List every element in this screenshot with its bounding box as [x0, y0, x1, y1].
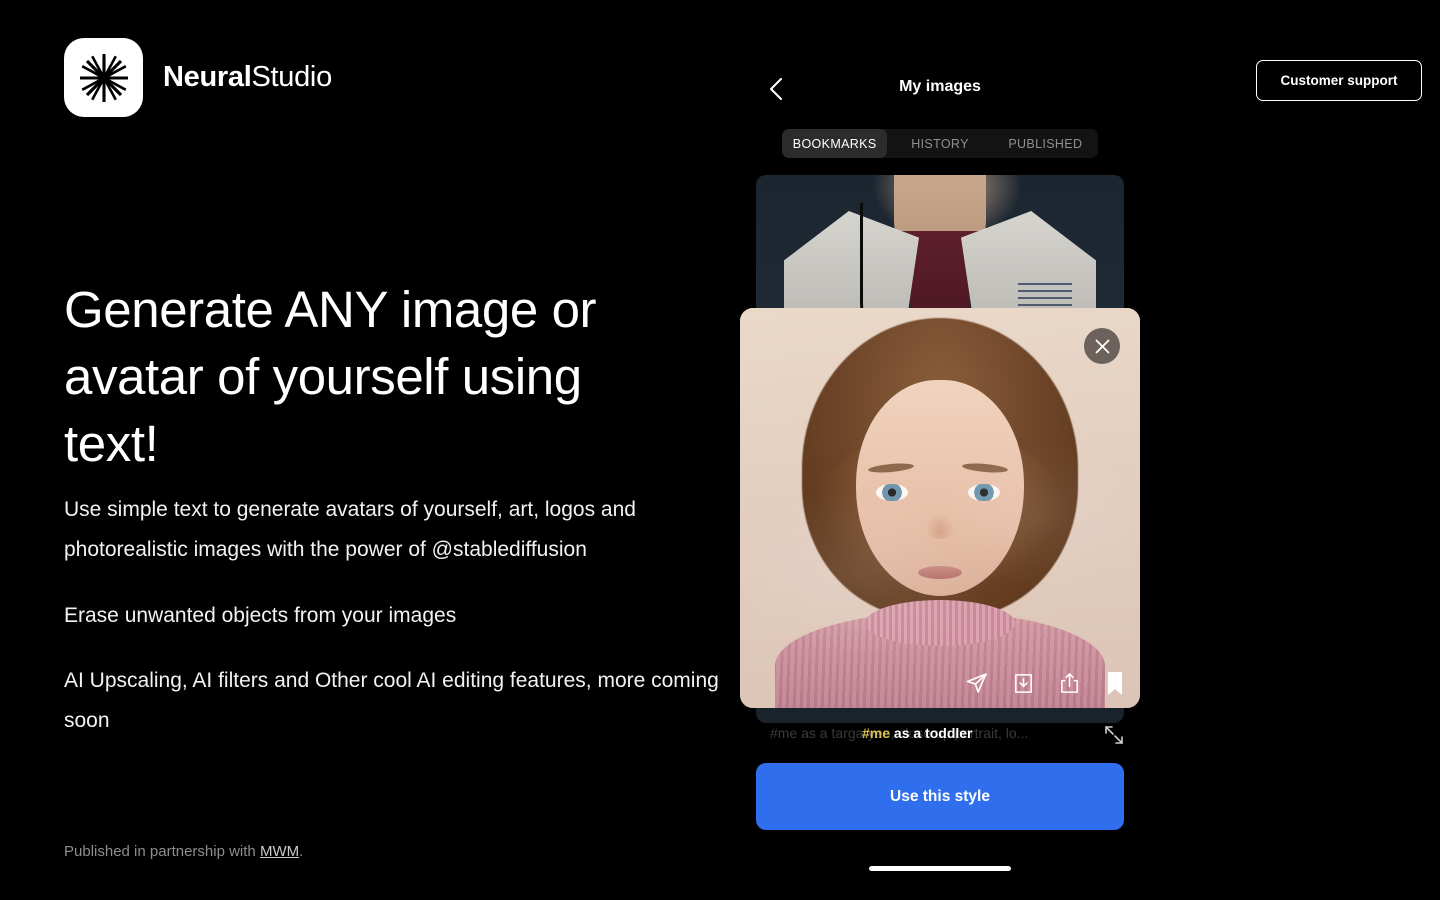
- partnership-footnote: Published in partnership with MWM.: [64, 843, 303, 860]
- expand-icon[interactable]: [1103, 724, 1125, 746]
- landing-page: NeuralStudio Customer support Generate A…: [0, 0, 1440, 900]
- brand-logo[interactable]: NeuralStudio: [64, 38, 332, 117]
- download-icon[interactable]: [1010, 670, 1036, 696]
- modal-caption-text: as a toddler: [890, 725, 972, 741]
- customer-support-button[interactable]: Customer support: [1256, 60, 1422, 101]
- page-title: Generate ANY image or avatar of yourself…: [64, 276, 664, 477]
- marketing-paragraph-1: Use simple text to generate avatars of y…: [64, 490, 764, 570]
- modal-caption: #me as a toddler: [862, 725, 973, 741]
- share-icon[interactable]: [1056, 670, 1082, 696]
- mwm-link[interactable]: MWM: [260, 843, 299, 860]
- radial-burst-icon: [64, 38, 143, 117]
- image-detail-modal: [740, 308, 1140, 708]
- tab-bar: BOOKMARKS HISTORY PUBLISHED: [782, 129, 1098, 158]
- brand-name: NeuralStudio: [163, 61, 332, 94]
- tab-published[interactable]: PUBLISHED: [993, 129, 1098, 158]
- toddler-image: [740, 308, 1140, 708]
- tab-history[interactable]: HISTORY: [887, 129, 992, 158]
- close-icon[interactable]: [1084, 328, 1120, 364]
- marketing-paragraph-2: Erase unwanted objects from your images: [64, 596, 764, 636]
- footnote-prefix: Published in partnership with: [64, 843, 260, 860]
- modal-caption-tag: #me: [862, 725, 890, 741]
- bookmark-icon[interactable]: [1102, 670, 1128, 696]
- brand-name-bold: Neural: [163, 61, 251, 93]
- footnote-suffix: .: [299, 843, 303, 860]
- brand-name-light: Studio: [251, 61, 331, 93]
- image-action-bar: [964, 670, 1128, 696]
- screen-title: My images: [756, 78, 1124, 96]
- tab-bookmarks[interactable]: BOOKMARKS: [782, 129, 887, 158]
- use-this-style-button[interactable]: Use this style: [756, 763, 1124, 830]
- marketing-paragraph-3: AI Upscaling, AI filters and Other cool …: [64, 661, 764, 741]
- send-icon[interactable]: [964, 670, 990, 696]
- home-indicator: [869, 866, 1011, 871]
